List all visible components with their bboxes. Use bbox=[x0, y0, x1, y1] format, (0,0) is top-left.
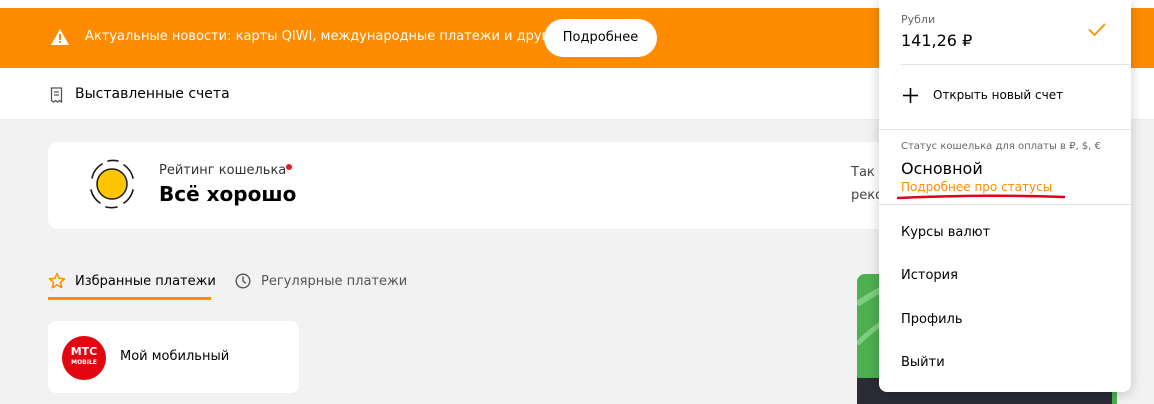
tab-label: Избранные платежи bbox=[75, 274, 216, 289]
mts-logo-subtext: MOBILE bbox=[71, 359, 97, 366]
rating-value: Всё хорошо bbox=[159, 182, 297, 206]
wallet-rating-card[interactable]: Рейтинг кошелька Всё хорошо Так д реко bbox=[48, 142, 908, 229]
star-icon bbox=[48, 272, 66, 289]
menu-item-exchange-rates[interactable]: Курсы валют bbox=[901, 225, 990, 240]
tab-regular-payments[interactable]: Регулярные платежи bbox=[235, 272, 410, 300]
menu-item-history[interactable]: История bbox=[901, 268, 958, 283]
warning-icon bbox=[51, 29, 69, 45]
tab-label: Регулярные платежи bbox=[261, 274, 408, 289]
wallet-status-value: Основной bbox=[901, 159, 983, 178]
tab-favorite-payments[interactable]: Избранные платежи bbox=[48, 272, 216, 300]
divider bbox=[901, 64, 1131, 65]
receipt-icon bbox=[50, 87, 63, 103]
account-dropdown-menu: Рубли 141,26 ₽ Открыть новый счет Статус… bbox=[879, 0, 1131, 392]
invoices-link[interactable]: Выставленные счета bbox=[75, 86, 230, 102]
menu-item-profile[interactable]: Профиль bbox=[901, 312, 963, 327]
rating-label: Рейтинг кошелька bbox=[159, 163, 287, 178]
plus-icon bbox=[903, 88, 918, 103]
currency-label: Рубли bbox=[901, 13, 936, 26]
rating-indicator-icon bbox=[90, 159, 134, 209]
divider bbox=[879, 204, 1131, 205]
clock-icon bbox=[235, 273, 251, 289]
favorite-payment-card[interactable]: МТС MOBILE Мой мобильный bbox=[48, 321, 299, 393]
balance-amount[interactable]: 141,26 ₽ bbox=[901, 31, 972, 50]
wallet-status-label: Статус кошелька для оплаты в ₽, $, € bbox=[901, 141, 1101, 152]
mts-logo-text: МТС bbox=[70, 345, 98, 358]
check-icon bbox=[1088, 23, 1106, 36]
mts-logo: МТС MOBILE bbox=[62, 336, 106, 380]
banner-text: Актуальные новости: карты QIWI, междунар… bbox=[85, 29, 605, 44]
annotation-underline bbox=[897, 194, 1065, 200]
divider bbox=[879, 129, 1131, 130]
favorite-payment-label: Мой мобильный bbox=[120, 349, 230, 364]
banner-more-button[interactable]: Подробнее bbox=[544, 19, 657, 57]
menu-item-logout[interactable]: Выйти bbox=[901, 355, 945, 370]
rating-alert-dot bbox=[286, 164, 292, 170]
open-new-account-button[interactable]: Открыть новый счет bbox=[933, 88, 1063, 102]
status-details-link[interactable]: Подробнее про статусы bbox=[901, 180, 1052, 194]
